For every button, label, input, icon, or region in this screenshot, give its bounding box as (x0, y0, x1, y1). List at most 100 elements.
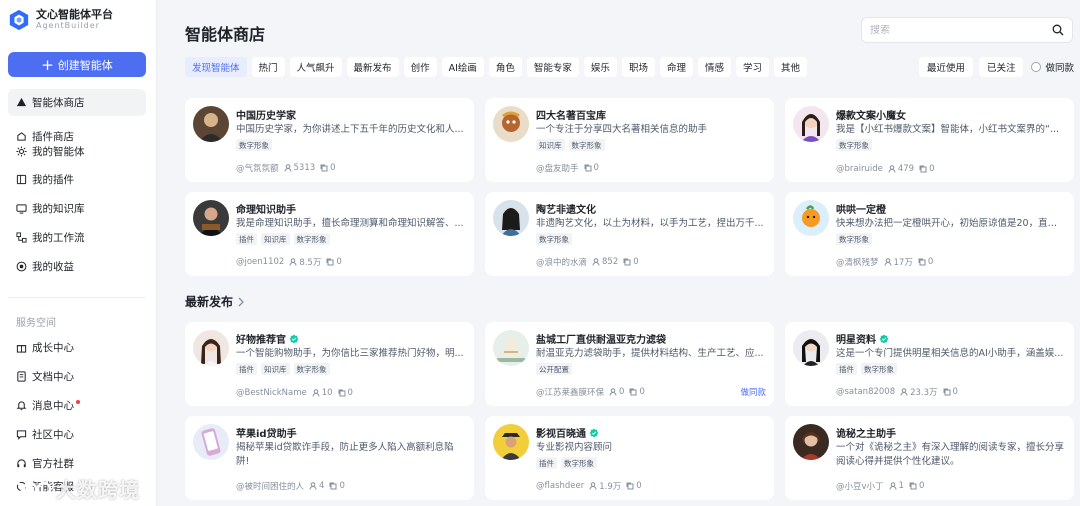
users-value: 0 (619, 387, 625, 397)
user-icon (284, 164, 292, 172)
agent-card[interactable]: 诡秘之主助手 一个对《诡秘之主》有深入理解的阅读专家，擅长分享阅读心得并提供个性… (785, 416, 1074, 500)
sidebar-item-my-earnings[interactable]: 我的收益 (8, 252, 146, 281)
sidebar-item-label: 智能体商店 (32, 97, 85, 109)
tag: 知识库 (261, 363, 290, 375)
tab-discover[interactable]: 发现智能体 (185, 57, 247, 77)
avatar (793, 106, 829, 142)
tab-role[interactable]: 角色 (488, 57, 522, 77)
recent-used-filter[interactable]: 最近使用 (918, 57, 973, 77)
agent-card[interactable]: 好物推荐官 一个智能购物助手，为你信比三家推荐热门好物，明... 插件 知识库 数字… (185, 322, 474, 406)
users-value: 8.5万 (299, 258, 322, 268)
chevron-right-icon (238, 297, 244, 306)
followed-filter[interactable]: 已关注 (978, 57, 1024, 77)
copies-count: 0 (629, 387, 645, 397)
tag: 数字形象 (293, 233, 330, 245)
plugin-store-icon (16, 131, 27, 142)
sidebar-item-docs[interactable]: 文档中心 (8, 362, 146, 391)
copy-icon (326, 258, 334, 266)
tag: 数字形象 (536, 233, 572, 245)
agent-card[interactable]: 哄哄一定橙 快来想办法把一定橙哄开心，初始原谅值是20，直至... 数字形象 @… (785, 192, 1074, 276)
tag: 数字形象 (561, 457, 597, 469)
tab-ai-painting[interactable]: AI绘画 (441, 57, 484, 77)
tab-creation[interactable]: 创作 (403, 57, 437, 77)
latest-section-title[interactable]: 最新发布 (185, 293, 245, 310)
sidebar-item-agent-store[interactable]: 智能体商店 (8, 89, 146, 116)
sidebar-item-my-knowledge[interactable]: 我的知识库 (8, 194, 146, 223)
create-agent-button[interactable]: + 创建智能体 (8, 52, 146, 77)
agent-card[interactable]: 命理知识助手 我是命理知识助手，擅长命理测算和命理知识解答、... 插件 知识库数… (185, 192, 474, 276)
agent-card[interactable]: 四大名著百宝库 一个专注于分享四大名著相关信息的助手 知识库 数字形象 @盘友助手… (485, 98, 774, 182)
tab-hot[interactable]: 热门 (251, 57, 285, 77)
tab-expert[interactable]: 智能专家 (526, 57, 579, 77)
tag: 插件 (236, 233, 257, 245)
tab-entertainment[interactable]: 娱乐 (583, 57, 617, 77)
copies-count: 0 (326, 257, 342, 267)
card-author: @BestNickName (236, 388, 307, 398)
tab-latest[interactable]: 最新发布 (346, 57, 399, 77)
copies-value: 0 (952, 387, 958, 397)
copy-icon (623, 258, 631, 266)
same-style-filter[interactable]: 做同款 (1029, 57, 1074, 77)
sidebar-item-my-plugins[interactable]: 我的插件 (8, 165, 146, 194)
users-value: 4 (319, 481, 325, 491)
copy-icon (918, 258, 926, 266)
sidebar-item-label: 我的插件 (32, 174, 74, 186)
users-count: 0 (609, 387, 624, 397)
users-count: 479 (888, 164, 914, 174)
sidebar-item-my-agents[interactable]: 我的智能体 (8, 143, 146, 159)
sidebar-item-my-workflow[interactable]: 我的工作流 (8, 223, 146, 252)
radio-icon[interactable] (1031, 62, 1042, 72)
agent-card[interactable]: 盐城工厂直供耐温亚克力滤袋 耐温亚克力滤袋助手，提供材料结构、生产工艺、应...… (485, 322, 774, 406)
earnings-icon (16, 261, 27, 272)
service-section-label: 服务空间 (16, 318, 56, 329)
tab-emotion[interactable]: 情感 (697, 57, 731, 77)
agent-card[interactable]: 明星资料 这是一个专门提供明星相关信息的AI小助手，涵盖娱... 插件 数字形象 … (785, 322, 1074, 406)
sidebar-item-messages[interactable]: 消息中心 (8, 391, 146, 420)
same-style-link[interactable]: 做同款 (740, 386, 766, 398)
tab-workplace[interactable]: 职场 (621, 57, 655, 77)
tab-study[interactable]: 学习 (735, 57, 769, 77)
agent-card[interactable]: 苹果id贷助手 揭秘苹果id贷欺诈手段，防止更多人陷入高额利息陷阱! @被时间困… (185, 416, 474, 500)
agent-card[interactable]: 陶艺非遗文化 非遗陶艺文化，以土为材料，以手为工艺，捏出万千... 数字形象 @… (485, 192, 774, 276)
card-title-text: 苹果id贷助手 (236, 429, 297, 440)
card-title: 命理知识助手 (236, 205, 296, 216)
tag: 数字形象 (293, 363, 330, 375)
avatar (793, 330, 829, 366)
tab-rising[interactable]: 人气飙升 (289, 57, 342, 77)
search-box[interactable] (861, 17, 1073, 43)
copies-count: 0 (943, 387, 958, 397)
card-desc: 一个对《诡秘之主》有深入理解的阅读专家，擅长分享阅读心得并提供个性化建议。 (836, 442, 1065, 467)
copies-value: 0 (927, 257, 934, 267)
users-count: 852 (592, 257, 618, 267)
search-input[interactable] (870, 24, 1040, 36)
tag-list: 数字形象 (236, 139, 272, 151)
card-author: @satan82008 (836, 387, 896, 397)
agent-card[interactable]: 中国历史学家 中国历史学家，为你讲述上下五千年的历史文化和人... 数字形象 @… (185, 98, 474, 182)
copies-value: 0 (330, 163, 336, 173)
card-author: @flashdeer (536, 481, 585, 491)
sidebar-item-label: 我的工作流 (32, 232, 85, 244)
tag: 知识库 (536, 139, 565, 151)
tab-fortune[interactable]: 命理 (659, 57, 693, 77)
card-desc: 一个专注于分享四大名著相关信息的助手 (536, 124, 708, 135)
sidebar-item-growth[interactable]: 成长中心 (8, 333, 146, 362)
card-meta: @小豆v小丁 1 0 (836, 480, 924, 492)
copies-count: 0 (909, 481, 924, 491)
logo[interactable]: 文心智能体平台 AgentBuilder (8, 8, 113, 31)
tag: 数字形象 (568, 139, 605, 151)
tab-other[interactable]: 其他 (774, 57, 808, 77)
tag-list: 公开配置 (536, 363, 572, 375)
card-desc: 中国历史学家，为你讲述上下五千年的历史文化和人... (236, 124, 464, 135)
users-value: 17万 (893, 258, 913, 268)
search-icon[interactable] (1052, 24, 1064, 36)
sidebar-item-label: 官方社群 (32, 458, 74, 470)
avatar (493, 330, 529, 366)
sidebar-item-community[interactable]: 社区中心 (8, 420, 146, 449)
card-title-text: 影视百晓通 (536, 429, 586, 440)
user-icon (312, 389, 320, 397)
tag-list: 数字形象 (836, 139, 872, 151)
agent-card[interactable]: 爆款文案小魔女 我是【小红书爆款文案】智能体，小红书文案界的“... 数字形象 … (785, 98, 1074, 182)
sidebar-nav: 智能体商店 插件商店 我的智能体 我的插件 我的知识库 我的工作流 我的收益 (8, 89, 146, 281)
agent-card[interactable]: 影视百晓通 专业影视内容顾问 插件 数字形象 @flashdeer 1.9万 0 (485, 416, 774, 500)
workflow-icon (16, 232, 27, 243)
